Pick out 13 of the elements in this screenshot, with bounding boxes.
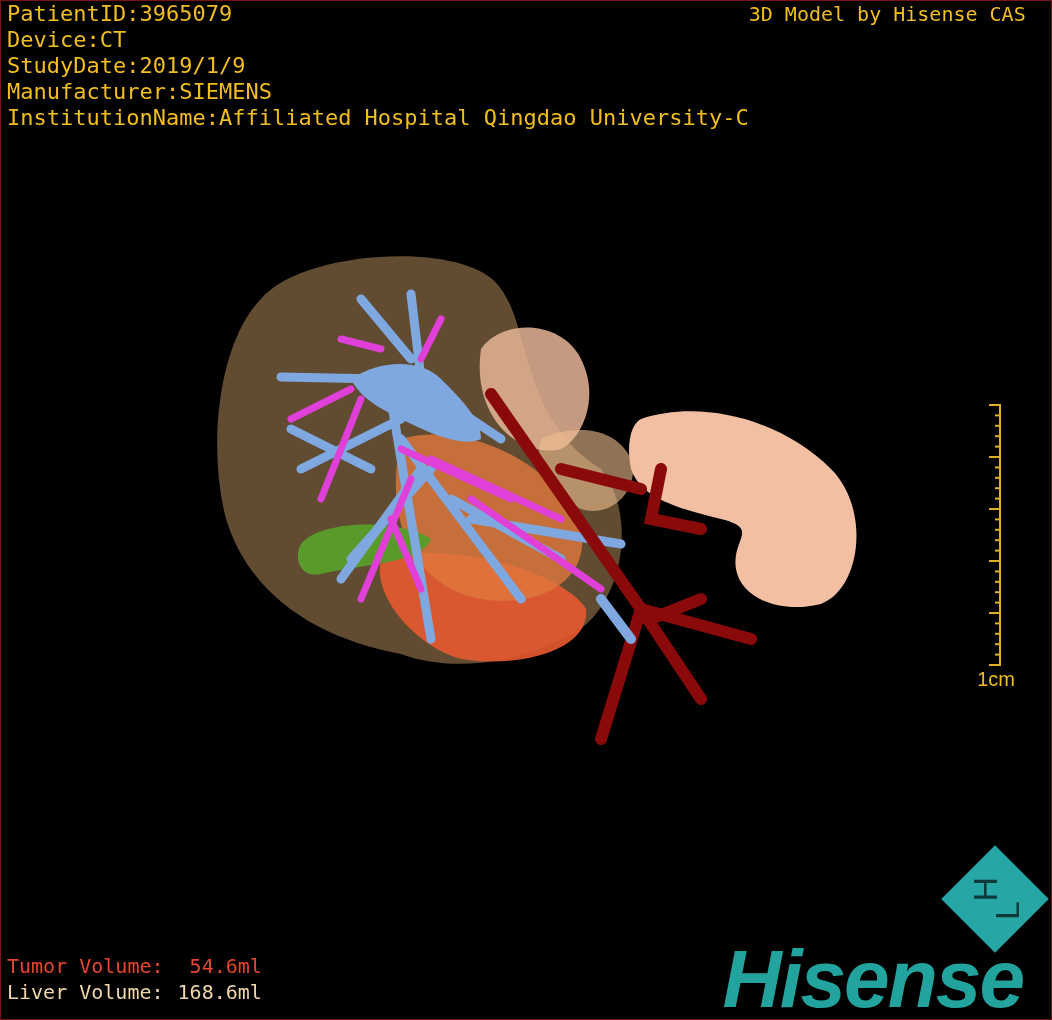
logo-mark: HL bbox=[941, 845, 1049, 953]
scale-label: 1cm bbox=[977, 667, 1015, 691]
patient-info-text: InstitutionName:Affiliated Hospital Qingdao University-C bbox=[7, 105, 749, 131]
volume-value: 168.6ml bbox=[177, 979, 262, 1005]
patient-info-text: PatientID:3965079 bbox=[7, 1, 234, 27]
model-title: 3D Model by Hisense CAS bbox=[748, 1, 1026, 27]
scale-bar-icon bbox=[987, 403, 1003, 667]
volume-value: 54.6ml bbox=[188, 953, 262, 979]
volume-label: Tumor Volume: bbox=[7, 953, 164, 979]
patient-info-text: Device:CT bbox=[7, 27, 128, 53]
volume-label: Liver Volume: bbox=[7, 979, 164, 1005]
patient-info-text: StudyDate:2019/1/9 bbox=[7, 53, 247, 79]
patient-info-text: Manufacturer:SIEMENS bbox=[7, 79, 273, 105]
